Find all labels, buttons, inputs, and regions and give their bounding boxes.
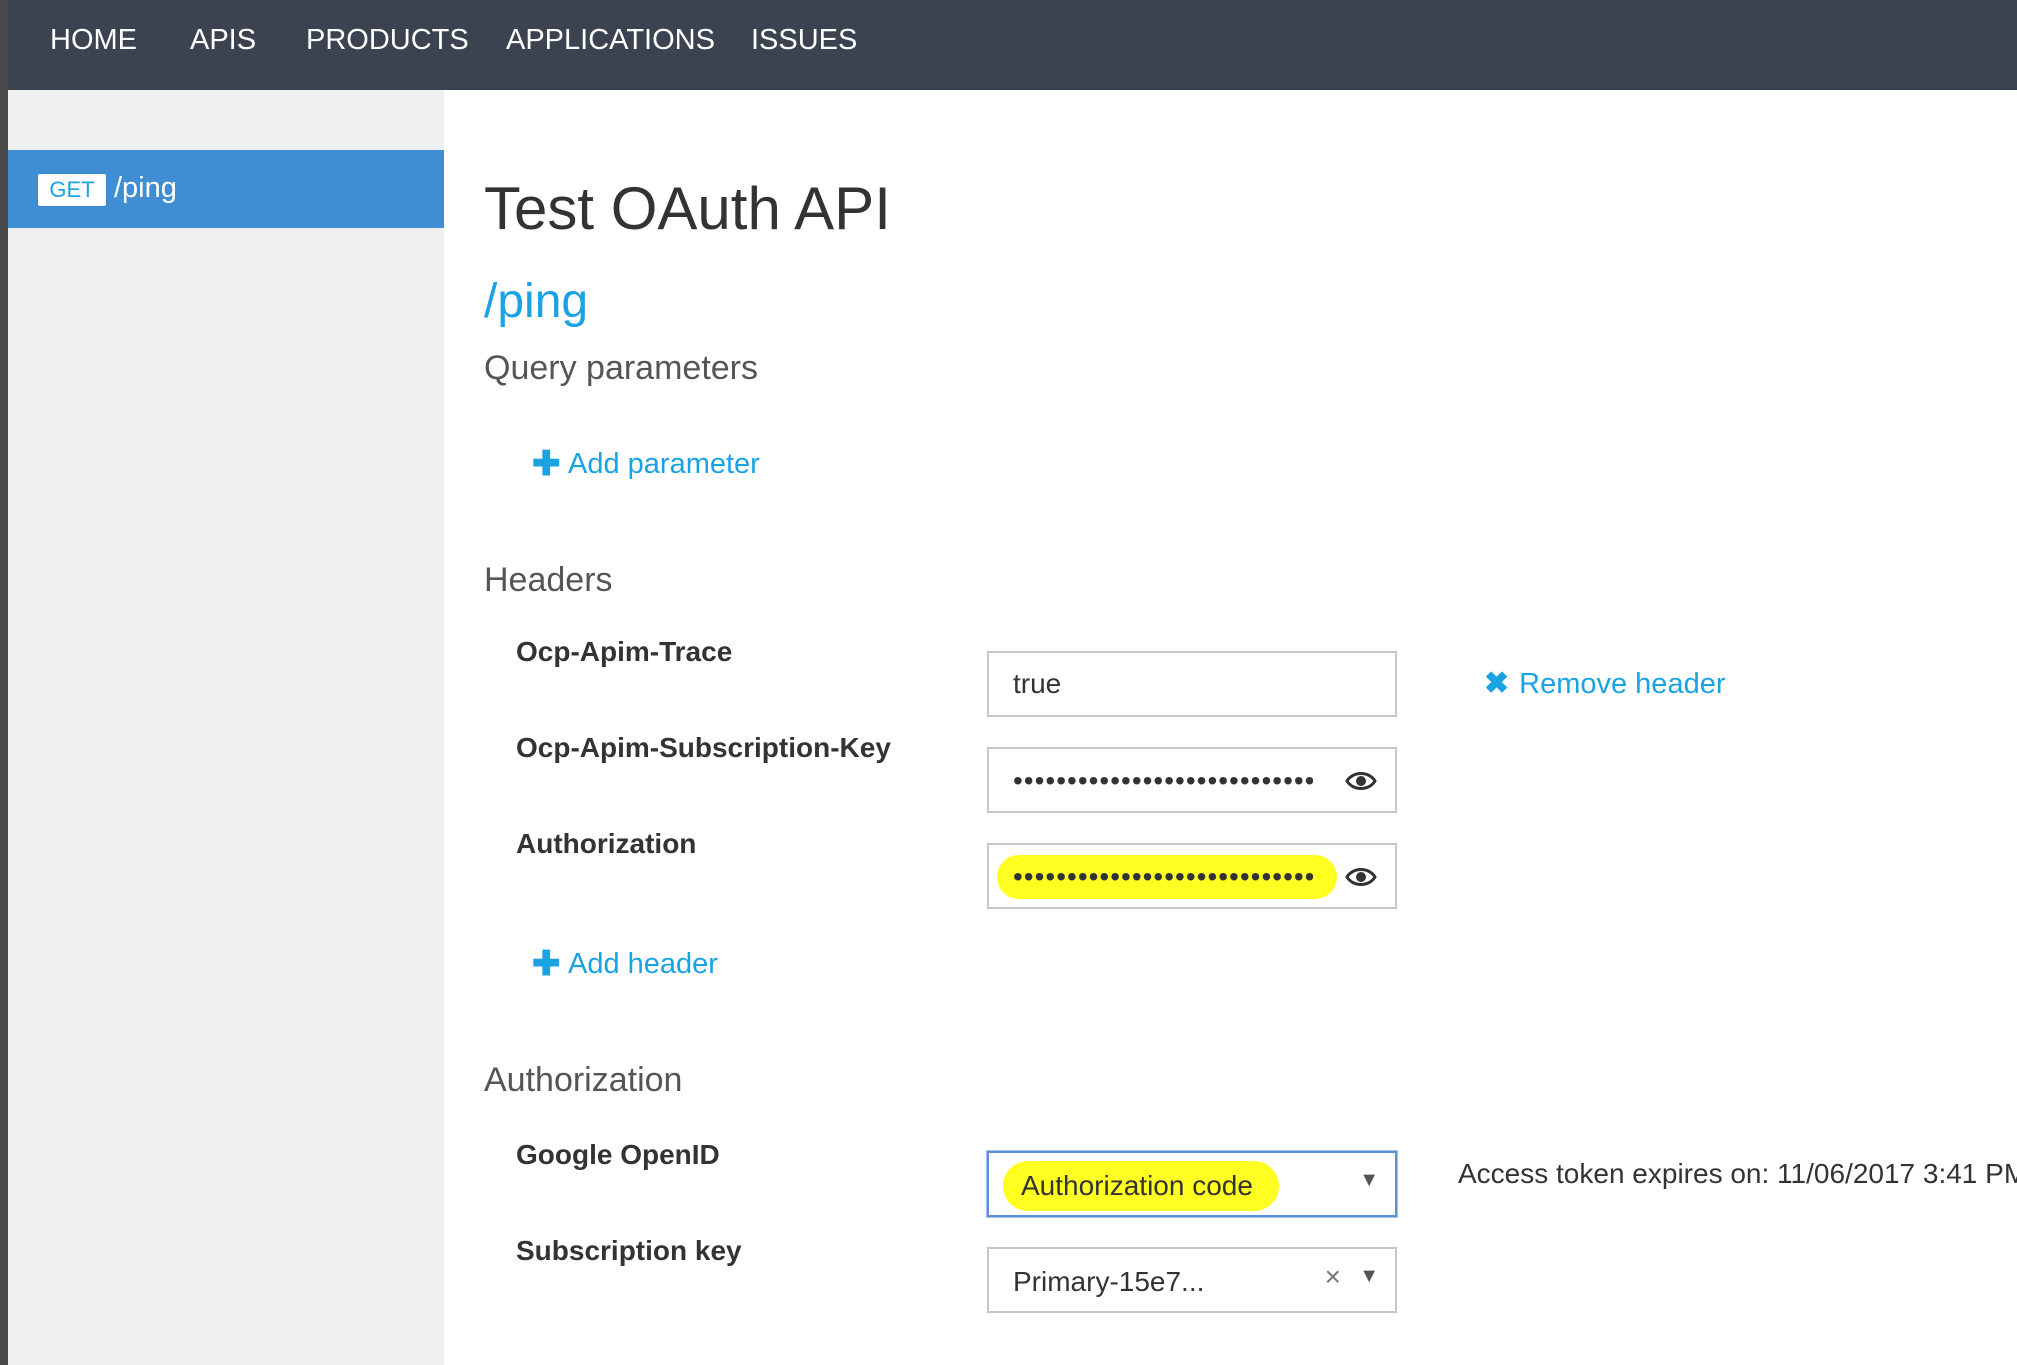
- subscription-key-header-input[interactable]: ••••••••••••••••••••••••••••: [987, 747, 1397, 813]
- operation-item-ping[interactable]: GET /ping: [8, 150, 444, 228]
- plus-icon: ✚: [532, 445, 561, 483]
- eye-icon[interactable]: [1345, 863, 1377, 891]
- oauth-grant-type-select[interactable]: Authorization code ▼: [987, 1151, 1397, 1217]
- selected-subscription-key: Primary-15e7...: [1013, 1266, 1205, 1297]
- masked-value: ••••••••••••••••••••••••••••: [1013, 861, 1313, 892]
- subscription-key-label: Subscription key: [516, 1235, 742, 1266]
- add-header-button[interactable]: ✚ Add header: [532, 944, 718, 984]
- api-title: Test OAuth API: [484, 175, 891, 242]
- method-badge: GET: [38, 174, 106, 206]
- remove-header-button[interactable]: ✖ Remove header: [1484, 664, 1725, 704]
- window-edge: [0, 0, 8, 1365]
- nav-apis[interactable]: APIS: [190, 20, 256, 60]
- main-content: Test OAuth API /ping Query parameters ✚ A…: [444, 90, 2017, 1365]
- nav-issues[interactable]: ISSUES: [751, 20, 857, 60]
- operation-title: /ping: [484, 275, 589, 328]
- dropdown-arrow-icon: ▼: [1359, 1169, 1379, 1191]
- headers-heading: Headers: [484, 561, 613, 599]
- operations-sidebar: GET /ping: [8, 90, 444, 1365]
- nav-products[interactable]: PRODUCTS: [306, 20, 469, 60]
- dropdown-arrow-icon: ▼: [1359, 1265, 1379, 1287]
- subscription-key-select[interactable]: Primary-15e7... × ▼: [987, 1247, 1397, 1313]
- header-name-authorization: Authorization: [516, 828, 697, 859]
- add-parameter-label: Add parameter: [568, 448, 760, 480]
- header-value-trace-input[interactable]: [987, 651, 1397, 717]
- eye-icon[interactable]: [1345, 767, 1377, 795]
- selected-grant-type: Authorization code: [1021, 1170, 1253, 1201]
- authorization-header-input[interactable]: ••••••••••••••••••••••••••••: [987, 843, 1397, 909]
- clear-icon[interactable]: ×: [1325, 1261, 1341, 1293]
- top-navigation: HOME APIS PRODUCTS APPLICATIONS ISSUES: [8, 0, 2017, 90]
- plus-icon: ✚: [532, 945, 561, 983]
- operation-path: /ping: [114, 172, 177, 204]
- remove-header-label: Remove header: [1519, 668, 1726, 700]
- header-name-subscription-key: Ocp-Apim-Subscription-Key: [516, 732, 891, 763]
- nav-applications[interactable]: APPLICATIONS: [506, 20, 715, 60]
- close-icon: ✖: [1484, 667, 1510, 700]
- add-parameter-button[interactable]: ✚ Add parameter: [532, 444, 760, 484]
- google-openid-label: Google OpenID: [516, 1139, 720, 1170]
- masked-value: ••••••••••••••••••••••••••••: [1013, 765, 1313, 796]
- add-header-label: Add header: [568, 948, 718, 980]
- token-expiry-text: Access token expires on: 11/06/2017 3:41…: [1458, 1158, 2017, 1189]
- query-parameters-heading: Query parameters: [484, 349, 758, 387]
- authorization-heading: Authorization: [484, 1061, 683, 1099]
- nav-home[interactable]: HOME: [50, 20, 137, 60]
- header-name-trace: Ocp-Apim-Trace: [516, 636, 733, 667]
